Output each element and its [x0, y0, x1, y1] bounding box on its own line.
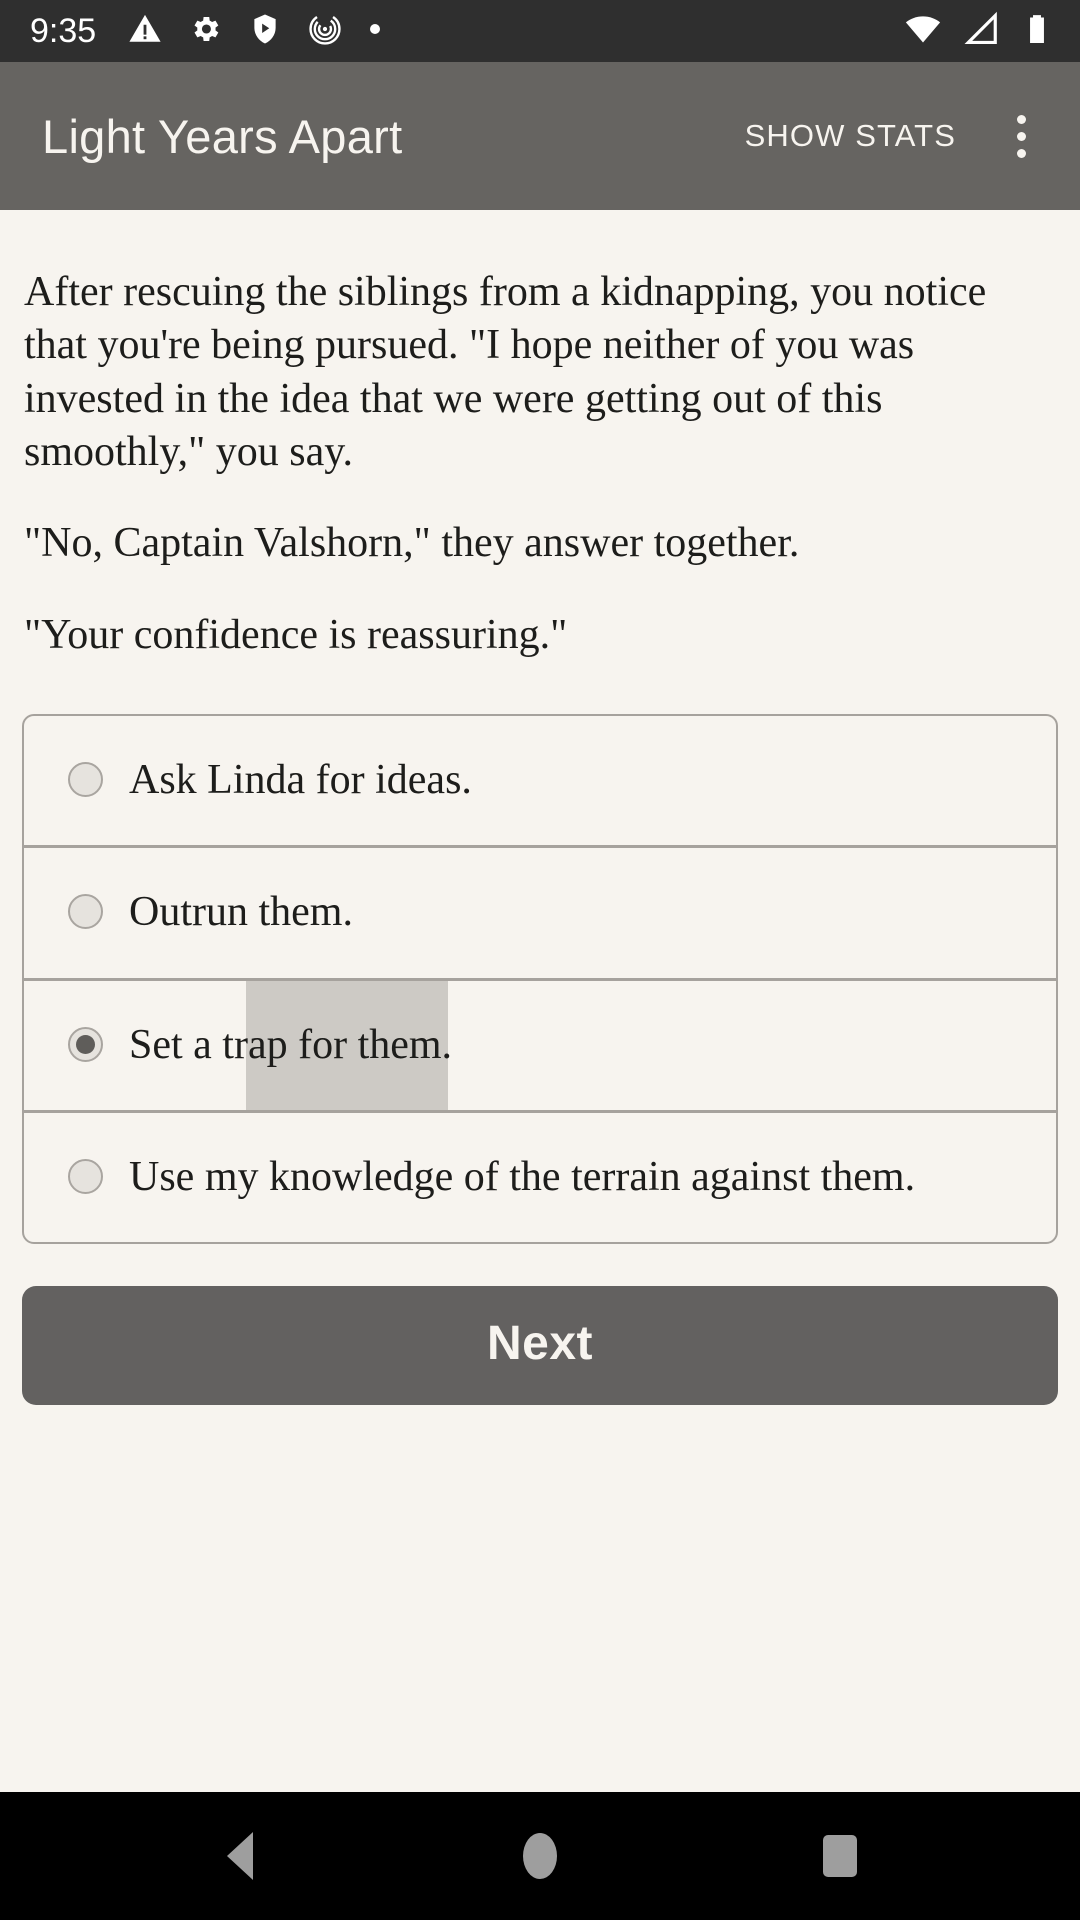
app-bar: Light Years Apart SHOW STATS: [0, 62, 1080, 210]
labyrinth-icon: [308, 12, 342, 51]
page-title: Light Years Apart: [42, 109, 403, 163]
recents-square-icon[interactable]: [780, 1806, 900, 1906]
app-screen: 9:35 Light Years Apart SHOW STATS After …: [0, 0, 1080, 1920]
story-paragraph: After rescuing the siblings from a kidna…: [24, 269, 987, 475]
radio-button-selected[interactable]: [68, 1026, 103, 1062]
overflow-dot: [1016, 114, 1026, 124]
story-paragraph: "Your confidence is reassuring.": [24, 611, 568, 658]
warning-triangle-icon: [128, 12, 162, 51]
overflow-dot: [1016, 148, 1026, 158]
story-paragraph: "No, Captain Valshorn," they answer toge…: [24, 520, 800, 567]
story-content: After rescuing the siblings from a kidna…: [0, 210, 1080, 1792]
choice-option[interactable]: Ask Linda for ideas.: [24, 716, 1056, 849]
choice-list: Ask Linda for ideas. Outrun them. Set a …: [22, 713, 1058, 1245]
choice-label: Use my knowledge of the terrain against …: [129, 1153, 916, 1200]
wifi-icon: [904, 10, 942, 53]
system-navigation-bar: [0, 1792, 1080, 1920]
choice-label: Ask Linda for ideas.: [129, 756, 472, 803]
status-bar: 9:35: [0, 0, 1080, 62]
gear-icon: [188, 12, 222, 51]
back-glyph: [227, 1832, 253, 1880]
choice-label: Set a trap for them.: [129, 1021, 453, 1068]
battery-icon: [1020, 12, 1054, 51]
back-triangle-icon[interactable]: [180, 1806, 300, 1906]
status-system-icons: [904, 10, 1054, 53]
choice-option[interactable]: Outrun them.: [24, 848, 1056, 981]
home-glyph: [523, 1833, 557, 1879]
choice-option[interactable]: Use my knowledge of the terrain against …: [24, 1113, 1056, 1242]
choice-label: Outrun them.: [129, 889, 353, 936]
radio-button-unselected[interactable]: [68, 894, 103, 930]
recents-glyph: [823, 1835, 857, 1877]
overflow-dot: [1016, 131, 1026, 141]
next-button[interactable]: Next: [22, 1286, 1058, 1406]
more-vertical-icon[interactable]: [984, 99, 1058, 173]
app-bar-actions: SHOW STATS: [723, 99, 1058, 173]
radio-button-unselected[interactable]: [68, 1158, 103, 1194]
choice-option-selected[interactable]: Set a trap for them.: [24, 980, 1056, 1113]
shield-play-icon: [248, 12, 282, 51]
home-circle-icon[interactable]: [480, 1806, 600, 1906]
radio-button-unselected[interactable]: [68, 761, 103, 797]
status-notification-icons: [128, 12, 382, 51]
cellular-signal-icon: [962, 10, 1000, 53]
status-clock: 9:35: [30, 12, 97, 50]
dot-icon: [368, 22, 382, 41]
show-stats-button[interactable]: SHOW STATS: [723, 100, 978, 172]
